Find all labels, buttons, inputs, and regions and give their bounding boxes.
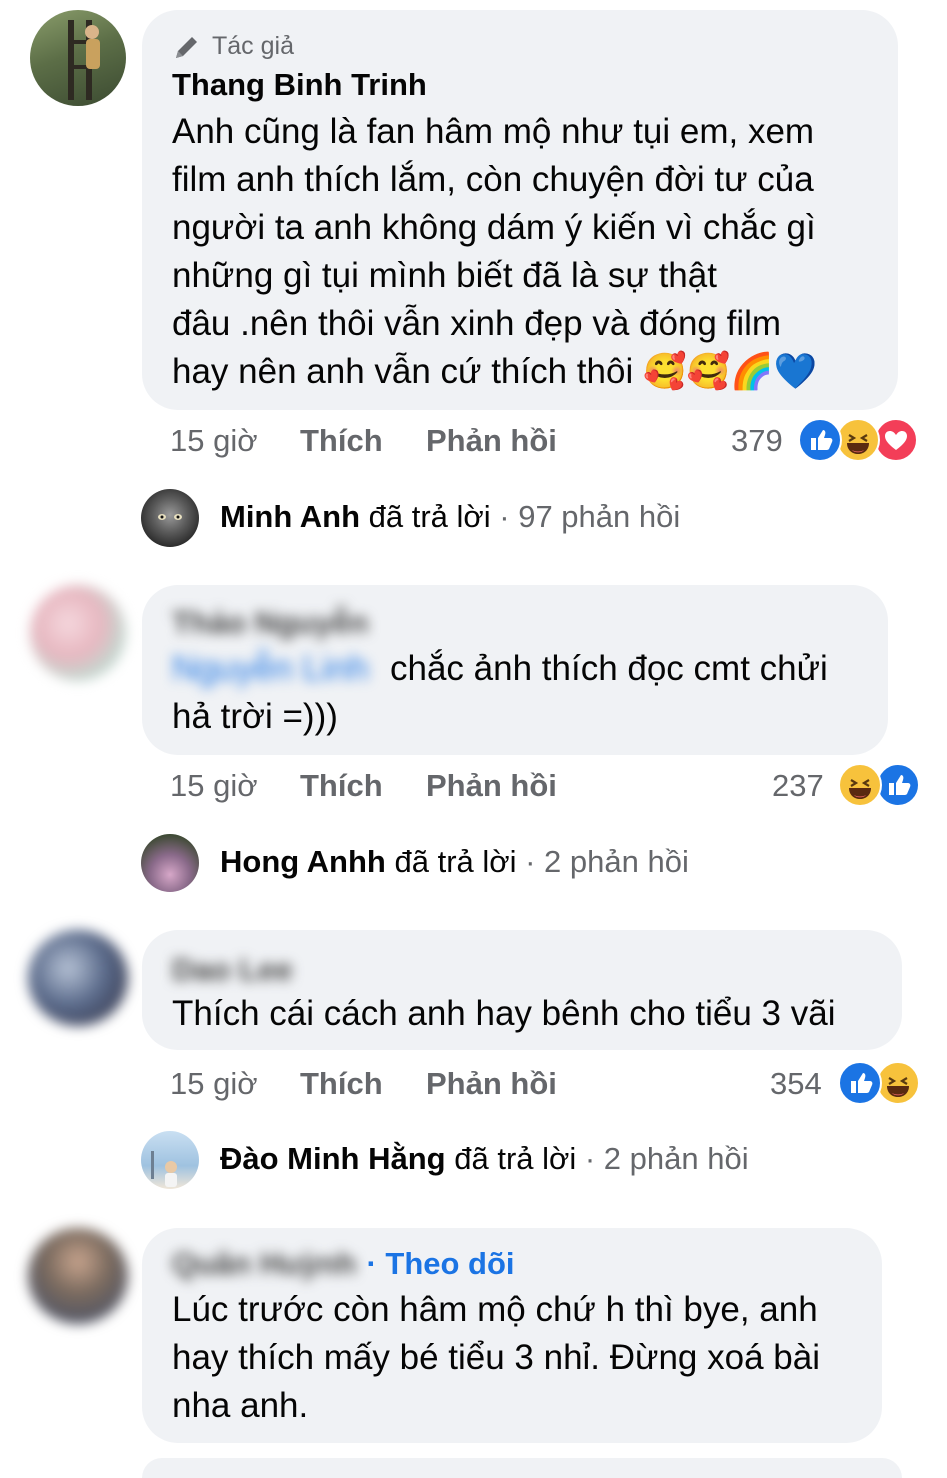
reply-verb: đã trả lời bbox=[394, 844, 517, 879]
like-reaction-icon bbox=[838, 1061, 882, 1105]
pencil-icon bbox=[176, 37, 197, 58]
reply-avatar bbox=[141, 834, 199, 892]
comment-text: Nguyễn Linh chắc ảnh thích đọc cmt chửi h… bbox=[172, 645, 882, 741]
comment-author[interactable]: Thảo Nguyễn bbox=[172, 605, 368, 641]
reaction-icons[interactable] bbox=[838, 763, 922, 807]
reaction-count[interactable]: 354 bbox=[770, 1066, 822, 1102]
reply-button[interactable]: Phản hồi bbox=[426, 768, 557, 804]
love-reaction-icon bbox=[874, 418, 918, 462]
comment-time[interactable]: 15 giờ bbox=[170, 1066, 258, 1102]
author-badge-label: Tác giả bbox=[212, 32, 294, 60]
reply-author: Đào Minh Hằng bbox=[220, 1141, 446, 1176]
reply-summary: Đào Minh Hằng đã trả lời · 2 phản hồi bbox=[220, 1141, 749, 1177]
reply-count: · 2 phản hồi bbox=[525, 844, 689, 879]
follow-button[interactable]: · Theo dõi bbox=[366, 1246, 514, 1281]
comment-text: Lúc trước còn hâm mộ chứ h thì bye, anh … bbox=[172, 1286, 872, 1430]
comment-author[interactable]: Thang Binh Trinh bbox=[172, 67, 427, 103]
comment-line: đâu .nên thôi vẫn xinh đẹp và đóng film bbox=[172, 304, 782, 343]
reply-author: Hong Anhh bbox=[220, 844, 386, 879]
avatar[interactable] bbox=[28, 930, 128, 1026]
haha-reaction-icon bbox=[876, 1061, 920, 1105]
comment-line: Lúc trước còn hâm mộ chứ h thì bye, anh bbox=[172, 1290, 818, 1329]
reaction-icons[interactable] bbox=[798, 418, 920, 462]
comment-header: Quân Huỳnh · Theo dõi bbox=[172, 1246, 515, 1286]
reply-avatar bbox=[141, 1131, 199, 1189]
comment-text: Anh cũng là fan hâm mộ như tụi em, xem f… bbox=[172, 108, 892, 396]
comment-time[interactable]: 15 giờ bbox=[170, 423, 258, 459]
reply-button[interactable]: Phản hồi bbox=[426, 1066, 557, 1102]
avatar[interactable] bbox=[28, 1228, 128, 1324]
reply-summary: Minh Anh đã trả lời · 97 phản hồi bbox=[220, 499, 680, 535]
avatar-person-icon bbox=[68, 20, 100, 100]
view-replies-link[interactable]: Đào Minh Hằng đã trả lời · 2 phản hồi bbox=[141, 1131, 861, 1191]
avatar[interactable] bbox=[30, 10, 126, 106]
comment-author[interactable]: Quân Huỳnh bbox=[172, 1246, 362, 1282]
reply-count: · 97 phản hồi bbox=[499, 499, 681, 534]
haha-reaction-icon bbox=[838, 763, 882, 807]
comment-line: Anh cũng là fan hâm mộ như tụi em, xem bbox=[172, 112, 815, 151]
comment-line: Nguyễn Linh chắc ảnh thích đọc cmt chửi bbox=[172, 645, 882, 693]
comment-line: Thích cái cách anh hay bênh cho tiểu 3 v… bbox=[172, 994, 836, 1033]
reply-verb: đã trả lời bbox=[368, 499, 491, 534]
reply-avatar-figure-icon bbox=[151, 1151, 177, 1187]
cat-face-icon bbox=[158, 514, 182, 520]
like-reaction-icon bbox=[798, 418, 842, 462]
comment-line-text: chắc ảnh thích đọc cmt chửi bbox=[390, 649, 828, 688]
comment-bubble: Tác giả Thang Binh Trinh Anh cũng là fan… bbox=[142, 10, 898, 410]
reply-count: · 2 phản hồi bbox=[584, 1141, 749, 1176]
comment-line: những gì tụi mình biết đã là sự thật bbox=[172, 256, 717, 295]
comment-author[interactable]: Dao Lee bbox=[172, 952, 293, 988]
view-replies-link[interactable]: Hong Anhh đã trả lời · 2 phản hồi bbox=[141, 834, 841, 894]
comment-line: nha anh. bbox=[172, 1386, 309, 1425]
comment-line: film anh thích lắm, còn chuyện đời tư củ… bbox=[172, 160, 814, 199]
reaction-count[interactable]: 237 bbox=[772, 768, 824, 804]
reply-summary: Hong Anhh đã trả lời · 2 phản hồi bbox=[220, 844, 689, 880]
comment-bubble: Thảo Nguyễn Nguyễn Linh chắc ảnh thích đọ… bbox=[142, 585, 888, 755]
reaction-count[interactable]: 379 bbox=[731, 423, 783, 459]
like-button[interactable]: Thích bbox=[300, 1066, 383, 1102]
like-button[interactable]: Thích bbox=[300, 423, 383, 459]
comment-line: hay nên anh vẫn cứ thích thôi 🥰🥰🌈💙 bbox=[172, 352, 818, 391]
reply-avatar bbox=[141, 489, 199, 547]
next-comment-edge bbox=[142, 1458, 902, 1478]
comment-bubble: Quân Huỳnh · Theo dõi Lúc trước còn hâm … bbox=[142, 1228, 882, 1443]
comment-bubble: Dao Lee Thích cái cách anh hay bênh cho … bbox=[142, 930, 902, 1050]
mention-link[interactable]: Nguyễn Linh bbox=[172, 645, 390, 693]
comment-time[interactable]: 15 giờ bbox=[170, 768, 258, 804]
like-button[interactable]: Thích bbox=[300, 768, 383, 804]
avatar[interactable] bbox=[30, 585, 126, 681]
comment-line: hả trời =))) bbox=[172, 697, 338, 736]
reply-button[interactable]: Phản hồi bbox=[426, 423, 557, 459]
view-replies-link[interactable]: Minh Anh đã trả lời · 97 phản hồi bbox=[141, 489, 841, 549]
comment-line: người ta anh không dám ý kiến vì chắc gì bbox=[172, 208, 816, 247]
reply-verb: đã trả lời bbox=[454, 1141, 577, 1176]
reply-author: Minh Anh bbox=[220, 499, 361, 534]
haha-reaction-icon bbox=[836, 418, 880, 462]
comment-line: hay thích mấy bé tiểu 3 nhỉ. Đừng xoá bà… bbox=[172, 1338, 820, 1377]
comment-text: Thích cái cách anh hay bênh cho tiểu 3 v… bbox=[172, 990, 902, 1038]
reaction-icons[interactable] bbox=[838, 1061, 922, 1105]
like-reaction-icon bbox=[876, 763, 920, 807]
